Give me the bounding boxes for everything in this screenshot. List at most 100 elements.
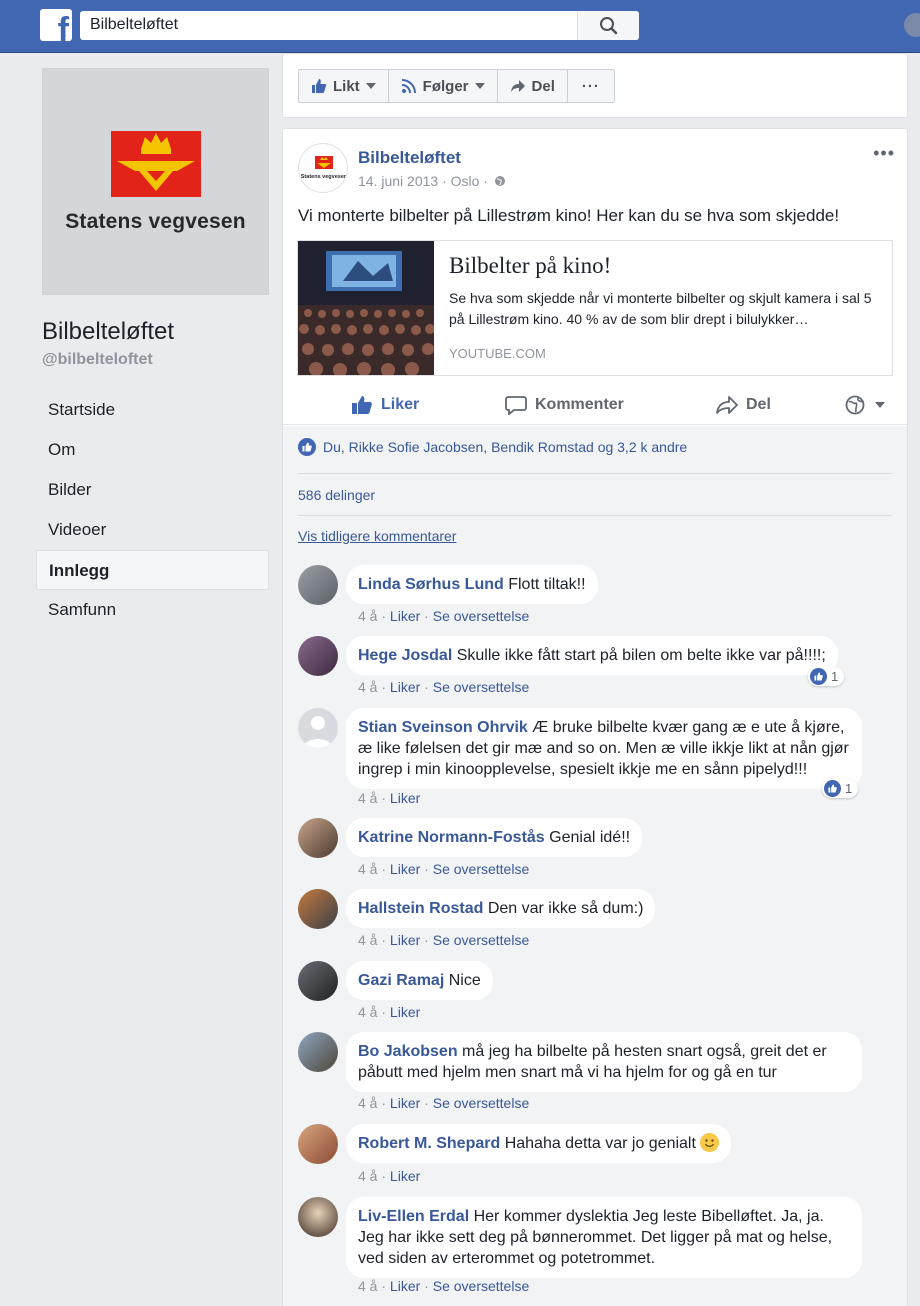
comment-like-link[interactable]: Liker xyxy=(390,1004,420,1020)
share-page-button[interactable]: Del xyxy=(498,70,568,102)
search-input[interactable]: Bilbelteløftet xyxy=(80,11,639,40)
link-title[interactable]: Bilbelter på kino! xyxy=(449,253,611,279)
like-button[interactable]: Liker xyxy=(351,385,419,425)
comment-meta: 4 å · Liker · Se oversettelse xyxy=(358,1095,529,1111)
comment-like-link[interactable]: Liker xyxy=(390,608,420,624)
comment-reaction-count[interactable]: 1 xyxy=(808,667,845,686)
divider xyxy=(298,473,892,474)
nav-item-bilder[interactable]: Bilder xyxy=(36,470,269,510)
shares-count[interactable]: 586 delinger xyxy=(298,487,375,503)
comment-bubble-icon xyxy=(505,396,527,415)
video-thumbnail[interactable] xyxy=(298,241,434,375)
comment-like-link[interactable]: Liker xyxy=(390,790,420,806)
like-reaction-icon xyxy=(824,780,841,797)
comment-meta: 4 å · Liker xyxy=(358,1004,420,1020)
commenter-name[interactable]: Katrine Normann-Fostås xyxy=(358,829,545,846)
following-label: Følger xyxy=(422,77,469,95)
comment-bubble: Stian Sveinson Ohrvik Æ bruke bilbelte k… xyxy=(346,708,862,789)
profile-avatar[interactable] xyxy=(904,13,920,37)
comment-item: Robert M. Shepard Hahaha detta var jo ge… xyxy=(298,1124,898,1186)
comment-time[interactable]: 4 å xyxy=(358,1095,377,1111)
link-description: Se hva som skjedde når vi monterte bilbe… xyxy=(449,290,872,327)
comment-time[interactable]: 4 å xyxy=(358,861,377,877)
post-author-name[interactable]: Bilbelteløftet xyxy=(358,148,461,168)
commenter-name[interactable]: Liv-Ellen Erdal xyxy=(358,1208,469,1225)
commenter-avatar[interactable] xyxy=(298,818,338,858)
meta-separator: · xyxy=(381,608,387,624)
commenter-avatar[interactable] xyxy=(298,889,338,929)
post-timestamp[interactable]: 14. juni 2013 · Oslo · xyxy=(358,173,506,189)
commenter-avatar[interactable] xyxy=(298,636,338,676)
commenter-avatar[interactable] xyxy=(298,961,338,1001)
commenter-avatar[interactable] xyxy=(298,708,338,748)
reactions-summary[interactable]: Du, Rikke Sofie Jacobsen, Bendik Romstad… xyxy=(298,438,687,456)
comment-item: Gazi Ramaj Nice 4 å · Liker xyxy=(298,961,898,1021)
reactions-text: Du, Rikke Sofie Jacobsen, Bendik Romstad… xyxy=(323,439,688,455)
see-translation-link[interactable]: Se oversettelse xyxy=(433,861,530,877)
audience-selector[interactable] xyxy=(845,385,885,425)
comment-time[interactable]: 4 å xyxy=(358,932,377,948)
comment-bubble: Gazi Ramaj Nice xyxy=(346,961,493,1000)
commenter-avatar[interactable] xyxy=(298,565,338,605)
comment-bubble: Bo Jakobsen må jeg ha bilbelte på hesten… xyxy=(346,1032,862,1092)
view-previous-comments-link[interactable]: Vis tidligere kommentarer xyxy=(298,528,456,544)
comment-meta: 4 å · Liker · Se oversettelse xyxy=(358,932,529,948)
see-translation-link[interactable]: Se oversettelse xyxy=(433,1278,530,1294)
comment-like-link[interactable]: Liker xyxy=(390,861,420,877)
link-preview-card[interactable]: Bilbelter på kino! Se hva som skjedde nå… xyxy=(297,240,893,376)
commenter-name[interactable]: Stian Sveinson Ohrvik xyxy=(358,719,528,736)
post-actions-bar: Liker Kommenter Del xyxy=(283,385,907,425)
commenter-name[interactable]: Linda Sørhus Lund xyxy=(358,576,504,593)
commenter-avatar[interactable] xyxy=(298,1032,338,1072)
comment-time[interactable]: 4 å xyxy=(358,1278,377,1294)
nav-item-innlegg[interactable]: Innlegg xyxy=(36,550,269,590)
commenter-name[interactable]: Bo Jakobsen xyxy=(358,1043,458,1060)
see-translation-link[interactable]: Se oversettelse xyxy=(433,932,530,948)
liked-button[interactable]: Likt xyxy=(299,70,389,102)
nav-item-startside[interactable]: Startside xyxy=(36,390,269,430)
comment-time[interactable]: 4 å xyxy=(358,790,377,806)
nav-item-om[interactable]: Om xyxy=(36,430,269,470)
meta-separator: · xyxy=(424,861,429,877)
nav-item-samfunn[interactable]: Samfunn xyxy=(36,590,269,630)
thumbs-up-icon xyxy=(352,396,372,414)
comment-like-link[interactable]: Liker xyxy=(390,1095,420,1111)
commenter-name[interactable]: Hege Josdal xyxy=(358,647,452,664)
comment-like-link[interactable]: Liker xyxy=(390,1278,420,1294)
page-title[interactable]: Bilbelteløftet xyxy=(42,318,174,346)
share-button[interactable]: Del xyxy=(716,385,771,425)
statens-vegvesen-logo-icon xyxy=(111,131,201,197)
comment-time[interactable]: 4 å xyxy=(358,1004,377,1020)
facebook-logo-icon[interactable]: f xyxy=(40,9,72,41)
search-value: Bilbelteløftet xyxy=(90,16,179,33)
page-profile-picture[interactable]: Statens vegvesen xyxy=(42,68,269,295)
thumbs-up-icon xyxy=(312,79,327,93)
comment-reaction-count[interactable]: 1 xyxy=(822,779,859,798)
comment-like-link[interactable]: Liker xyxy=(390,932,420,948)
more-options-button[interactable]: ··· xyxy=(568,70,614,102)
see-translation-link[interactable]: Se oversettelse xyxy=(433,679,530,695)
comment-button[interactable]: Kommenter xyxy=(505,385,624,425)
post-author-avatar[interactable]: Statens vegvesen xyxy=(298,143,348,193)
comment-label: Kommenter xyxy=(535,396,624,413)
commenter-name[interactable]: Robert M. Shepard xyxy=(358,1135,500,1152)
comment-time[interactable]: 4 å xyxy=(358,679,377,695)
nav-item-videoer[interactable]: Videoer xyxy=(36,510,269,550)
commenter-name[interactable]: Gazi Ramaj xyxy=(358,972,444,989)
comment-item: Liv-Ellen Erdal Her kommer dyslektia Jeg… xyxy=(298,1197,898,1306)
meta-separator: · xyxy=(381,679,387,695)
page-handle[interactable]: @bilbelteloftet xyxy=(42,351,153,369)
comment-like-link[interactable]: Liker xyxy=(390,679,420,695)
search-button[interactable] xyxy=(577,11,639,40)
commenter-avatar[interactable] xyxy=(298,1124,338,1164)
comment-time[interactable]: 4 å xyxy=(358,608,377,624)
comment-time[interactable]: 4 å xyxy=(358,1168,377,1184)
see-translation-link[interactable]: Se oversettelse xyxy=(433,1095,530,1111)
see-translation-link[interactable]: Se oversettelse xyxy=(433,608,530,624)
commenter-name[interactable]: Hallstein Rostad xyxy=(358,900,483,917)
comment-meta: 4 å · Liker · Se oversettelse xyxy=(358,861,529,877)
comment-like-link[interactable]: Liker xyxy=(390,1168,420,1184)
post-options-icon[interactable]: ••• xyxy=(873,143,895,164)
commenter-avatar[interactable] xyxy=(298,1197,338,1237)
following-button[interactable]: Følger xyxy=(389,70,498,102)
